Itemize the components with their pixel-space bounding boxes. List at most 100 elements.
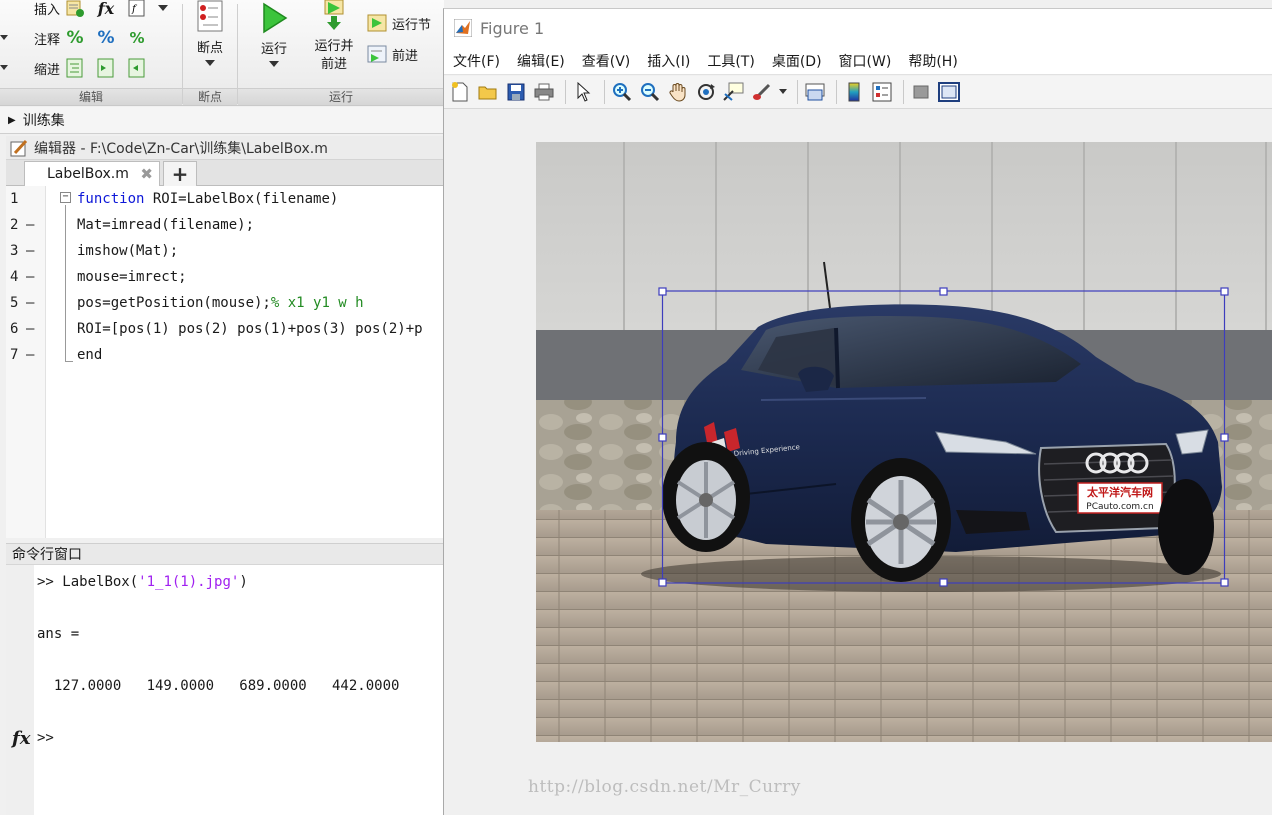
insert-function-icon[interactable]: f xyxy=(126,0,148,19)
smart-indent-icon[interactable] xyxy=(64,57,86,79)
code-line: 2 — Mat=imread(filename); xyxy=(6,212,444,238)
code-line: 3 — imshow(Mat); xyxy=(6,238,444,264)
menu-desktop[interactable]: 桌面(D) xyxy=(772,51,822,71)
pan-hand-icon[interactable] xyxy=(666,80,690,104)
plus-icon: + xyxy=(171,162,189,186)
legend-icon[interactable] xyxy=(870,80,894,104)
comment-percent-icon[interactable]: % xyxy=(64,27,86,49)
save-icon[interactable] xyxy=(504,80,528,104)
menu-window[interactable]: 窗口(W) xyxy=(839,51,892,71)
menu-edit[interactable]: 编辑(E) xyxy=(517,51,565,71)
command-string-arg: '1_1(1).jpg' xyxy=(138,574,240,590)
advance-button[interactable]: 前进 xyxy=(367,44,418,64)
tab-label: LabelBox.m xyxy=(47,166,129,182)
zoom-in-icon[interactable] xyxy=(610,80,634,104)
run-section-label: 运行节 xyxy=(392,17,432,33)
menu-insert[interactable]: 插入(I) xyxy=(647,51,690,71)
figure-window: Figure 1 文件(F) 编辑(E) 查看(V) 插入(I) 工具(T) 桌… xyxy=(443,8,1272,815)
rotate-3d-icon[interactable] xyxy=(694,80,718,104)
menu-file[interactable]: 文件(F) xyxy=(453,51,500,71)
chevron-down-icon[interactable] xyxy=(0,35,12,41)
brush-icon[interactable] xyxy=(750,80,774,104)
add-tab-button[interactable]: + xyxy=(163,161,197,186)
current-folder-bar[interactable]: ▶ 训练集 xyxy=(0,107,444,134)
figure-title-bar: Figure 1 xyxy=(444,9,1272,47)
chevron-down-icon xyxy=(269,61,279,68)
tab-labelbox[interactable]: LabelBox.m ✖ xyxy=(24,161,160,186)
indent-icon[interactable] xyxy=(95,57,117,79)
chevron-down-icon[interactable] xyxy=(778,80,788,104)
figure-title: Figure 1 xyxy=(480,18,545,38)
new-figure-icon[interactable] xyxy=(448,80,472,104)
figure-axes-image[interactable]: 太平洋汽车网 PCauto.com.cn Driving Experience xyxy=(536,142,1272,742)
run-section-icon xyxy=(367,13,387,33)
colorbar-icon[interactable] xyxy=(842,80,866,104)
code-text: pos=getPosition(mouse);% x1 y1 w h xyxy=(77,290,364,316)
code-body: ROI=LabelBox(filename) xyxy=(144,191,339,207)
command-gutter xyxy=(6,565,34,815)
toolstrip: 插入 fx f 注释 % % % 缩进 编辑 断点 断点 运行 运行并 前进 运… xyxy=(0,0,444,106)
data-cursor-icon[interactable] xyxy=(722,80,746,104)
zoom-out-icon[interactable] xyxy=(638,80,662,104)
chevron-down-icon[interactable] xyxy=(0,65,12,71)
code-line: 1 − function ROI=LabelBox(filename) xyxy=(6,186,444,212)
line-marker: — xyxy=(26,295,35,311)
wrap-comment-icon[interactable]: % xyxy=(126,27,148,49)
open-file-icon[interactable] xyxy=(476,80,500,104)
run-section-button[interactable]: 运行节 xyxy=(367,13,431,33)
code-editor[interactable]: 1 − function ROI=LabelBox(filename) 2 — … xyxy=(6,186,444,538)
link-plot-icon[interactable] xyxy=(803,80,827,104)
run-button[interactable]: 运行 xyxy=(252,0,296,68)
fx-icon[interactable]: fx xyxy=(12,728,30,749)
run-advance-label-line2: 前进 xyxy=(320,57,347,72)
line-number: 7 xyxy=(10,347,19,363)
line-number: 3 xyxy=(10,243,19,259)
insert-row: 插入 fx f xyxy=(0,0,178,20)
line-marker: — xyxy=(26,243,35,259)
comment-label: 注释 xyxy=(34,32,61,48)
menu-help[interactable]: 帮助(H) xyxy=(908,51,957,71)
editor-pencil-icon xyxy=(10,139,28,157)
badge-line1: 太平洋汽车网 xyxy=(1086,485,1153,499)
code-body: ROI=[pos(1) pos(2) pos(1)+pos(3) pos(2)+… xyxy=(77,321,423,337)
play-icon xyxy=(260,2,288,34)
breakpoints-button[interactable]: 断点 xyxy=(190,0,230,67)
code-line: 7 — end xyxy=(6,342,444,368)
show-plot-tools-icon[interactable] xyxy=(937,80,961,104)
toolbar-divider xyxy=(797,80,798,104)
indent-row: 缩进 xyxy=(0,56,157,80)
uncomment-percent-icon[interactable]: % xyxy=(95,27,117,49)
chevron-down-icon[interactable] xyxy=(157,0,169,19)
pointer-icon[interactable] xyxy=(571,80,595,104)
indent-label: 缩进 xyxy=(34,62,61,78)
menu-view[interactable]: 查看(V) xyxy=(582,51,631,71)
advance-icon xyxy=(367,44,387,64)
print-icon[interactable] xyxy=(532,80,556,104)
code-keyword: function xyxy=(77,191,145,207)
editor-title: 编辑器 - F:\Code\Zn-Car\训练集\LabelBox.m xyxy=(34,140,328,157)
group-label-edit: 编辑 xyxy=(0,88,182,105)
fold-toggle-icon[interactable]: − xyxy=(60,192,71,203)
hide-plot-tools-icon[interactable] xyxy=(909,80,933,104)
command-window-title-text: 命令行窗口 xyxy=(12,547,82,563)
code-body: mouse=imrect; xyxy=(77,269,187,285)
toolbar-divider xyxy=(565,80,566,104)
insert-section-icon[interactable] xyxy=(64,0,86,19)
command-prompt-input[interactable]: >> xyxy=(37,730,54,746)
outdent-icon[interactable] xyxy=(126,57,148,79)
command-function: LabelBox( xyxy=(62,574,139,590)
ans-label: ans = xyxy=(37,626,80,642)
line-number: 5 xyxy=(10,295,19,311)
toolbar-divider xyxy=(604,80,605,104)
expand-arrow-icon[interactable]: ▶ xyxy=(8,115,16,126)
toolbar-divider xyxy=(836,80,837,104)
line-number: 1 xyxy=(10,191,19,207)
line-marker: — xyxy=(26,347,35,363)
run-and-advance-button[interactable]: 运行并 前进 xyxy=(309,0,359,74)
code-body: imshow(Mat); xyxy=(77,243,179,259)
menu-tools[interactable]: 工具(T) xyxy=(707,51,754,71)
fx-icon[interactable]: fx xyxy=(95,0,117,19)
insert-label: 插入 xyxy=(34,2,61,18)
code-body: Mat=imread(filename); xyxy=(77,217,255,233)
close-icon[interactable]: ✖ xyxy=(140,165,153,183)
